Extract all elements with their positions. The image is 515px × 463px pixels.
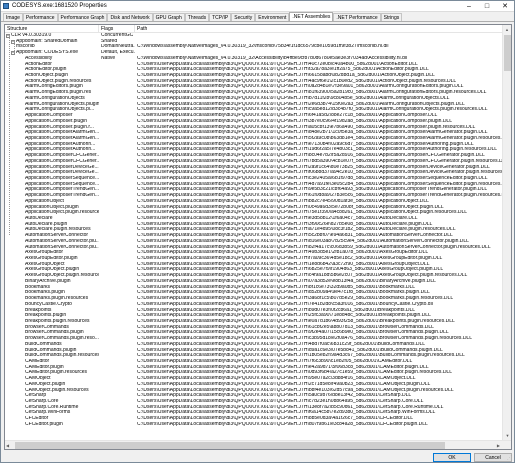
flags-cell (99, 422, 135, 428)
tab-strip: Image Performance Performance Graph Disk an… (1, 12, 514, 22)
tab-security[interactable]: Security (231, 13, 256, 21)
column-header-flags[interactable]: Flags (99, 25, 135, 32)
vertical-scroll-thumb[interactable] (504, 35, 511, 71)
minimize-button[interactable]: – (460, 1, 478, 11)
properties-window: CODESYS.exe:1681520 Properties – □ ✕ Ima… (0, 0, 515, 463)
tree-guide-line (9, 35, 10, 235)
tree-guide-line (14, 41, 15, 53)
horizontal-scrollbar[interactable]: ◀ ▶ (5, 440, 511, 449)
title-bar: CODESYS.exe:1681520 Properties – □ ✕ (1, 1, 514, 12)
tab-net-performance[interactable]: .NET Performance (333, 13, 381, 21)
assemblies-list[interactable]: Structure Flags Path − CLR v4.0.30319.0 Co… (4, 24, 512, 450)
tab-strings[interactable]: Strings (380, 13, 403, 21)
tab-image[interactable]: Image (3, 13, 23, 21)
list-header: Structure Flags Path (5, 25, 511, 33)
path-cell: C:\Users\User\AppData\Local\assembly\dl3… (137, 421, 428, 427)
tab-threads[interactable]: Threads (184, 13, 210, 21)
resize-grip-icon[interactable]: ⋰ (507, 455, 513, 461)
tab-tcp-ip[interactable]: TCP/IP (209, 13, 232, 21)
tab-performance-graph[interactable]: Performance Graph (57, 13, 108, 21)
assembly-row[interactable]: CFCEditor.plugin C:\Users\User\AppData\Lo… (5, 422, 511, 428)
scroll-left-icon[interactable]: ◀ (6, 441, 9, 449)
scroll-right-icon[interactable]: ▶ (497, 441, 500, 449)
assembly-name: CFCEditor.plugin (25, 421, 63, 427)
tab-environment[interactable]: Environment (255, 13, 290, 21)
tab-disk-and-network[interactable]: Disk and Network (107, 13, 153, 21)
column-header-path[interactable]: Path (135, 25, 511, 32)
app-icon (3, 3, 9, 9)
window-title: CODESYS.exe:1681520 Properties (12, 3, 107, 9)
tab-net-assemblies[interactable]: .NET Assemblies (289, 12, 334, 21)
list-rows: − CLR v4.0.30319.0 ConcurrentGC − Appdomain:… (5, 33, 511, 428)
column-header-structure[interactable]: Structure (5, 25, 99, 32)
scroll-up-icon[interactable]: ▲ (503, 25, 511, 34)
maximize-button[interactable]: □ (478, 1, 496, 11)
close-button[interactable]: ✕ (496, 1, 514, 11)
tab-gpu-graph[interactable]: GPU Graph (152, 13, 185, 21)
ok-button[interactable]: OK (433, 453, 471, 462)
vertical-scrollbar[interactable]: ▲ ▼ (502, 25, 511, 449)
scroll-down-icon[interactable]: ▼ (503, 431, 511, 440)
horizontal-scroll-thumb[interactable] (15, 442, 445, 449)
tab-performance[interactable]: Performance (22, 13, 58, 21)
